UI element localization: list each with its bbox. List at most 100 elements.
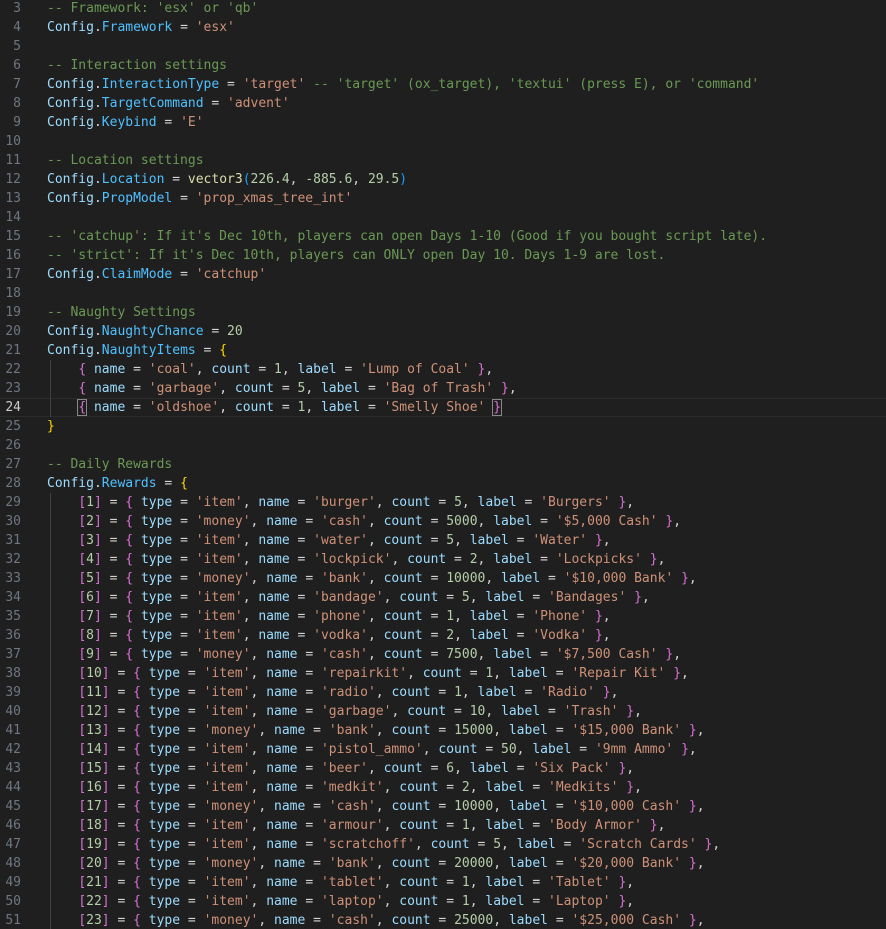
- code-token: 'item': [203, 894, 251, 909]
- code-line[interactable]: 47 [19] = { type = 'item', name = 'scrat…: [0, 835, 886, 854]
- code-line[interactable]: 5: [0, 37, 886, 56]
- code-token: .: [93, 172, 102, 187]
- code-line[interactable]: 43 [15] = { type = 'item', name = 'beer'…: [0, 759, 886, 778]
- code-line[interactable]: 26: [0, 436, 886, 455]
- code-line[interactable]: 30 [2] = { type = 'money', name = 'cash'…: [0, 512, 886, 531]
- code-line[interactable]: 20 Config.NaughtyChance = 20: [0, 322, 886, 341]
- code-token: =: [422, 571, 447, 586]
- code-token: -- 'strict': If it's Dec 10th, players c…: [47, 248, 666, 263]
- code-line[interactable]: 34 [6] = { type = 'item', name = 'bandag…: [0, 588, 886, 607]
- code-line[interactable]: 32 [4] = { type = 'item', name = 'lockpi…: [0, 550, 886, 569]
- code-token: =: [289, 609, 314, 624]
- line-number: 3: [13, 1, 21, 16]
- code-token: =: [172, 514, 196, 529]
- code-line[interactable]: 42 [14] = { type = 'item', name = 'pisto…: [0, 740, 886, 759]
- code-line[interactable]: 36 [8] = { type = 'item', name = 'vodka'…: [0, 626, 886, 645]
- code-token: =: [180, 875, 204, 890]
- code-text: Config.NaughtyChance = 20: [47, 322, 243, 341]
- code-line[interactable]: 17 Config.ClaimMode = 'catchup': [0, 265, 886, 284]
- code-token: ]: [101, 723, 110, 738]
- code-token: 17: [86, 799, 102, 814]
- code-token: {: [125, 590, 134, 605]
- code-token: =: [540, 704, 564, 719]
- code-token: ): [399, 172, 408, 187]
- code-line[interactable]: 25}: [0, 417, 886, 436]
- code-token: 'Laptop': [548, 894, 611, 909]
- code-line[interactable]: 6 -- Interaction settings: [0, 56, 886, 75]
- code-token: 'item': [203, 761, 251, 776]
- code-line[interactable]: 18: [0, 284, 886, 303]
- code-token: =: [555, 837, 580, 852]
- code-line[interactable]: 37 [9] = { type = 'money', name = 'cash'…: [0, 645, 886, 664]
- code-token: 'advent': [227, 96, 290, 111]
- code-line[interactable]: 45 [17] = { type = 'money', name = 'cash…: [0, 797, 886, 816]
- code-line[interactable]: 9 Config.Keybind = 'E': [0, 113, 886, 132]
- code-line[interactable]: 24 { name = 'oldshoe', count = 1, label …: [0, 398, 886, 417]
- code-line[interactable]: 10: [0, 132, 886, 151]
- code-line[interactable]: 16 -- 'strict': If it's Dec 10th, players…: [0, 246, 886, 265]
- code-token: =: [289, 533, 314, 548]
- code-line[interactable]: 44 [16] = { type = 'item', name = 'medki…: [0, 778, 886, 797]
- code-token: =: [180, 894, 204, 909]
- code-token: ,: [250, 704, 267, 719]
- code-line[interactable]: 35 [7] = { type = 'item', name = 'phone'…: [0, 607, 886, 626]
- code-line[interactable]: 38 [10] = { type = 'item', name = 'repai…: [0, 664, 886, 683]
- code-token: =: [532, 647, 556, 662]
- code-line[interactable]: 48 [20] = { type = 'money', name = 'bank…: [0, 854, 886, 873]
- code-editor[interactable]: 3 -- Framework: 'esx' or 'qb' 4 Config.Fram…: [0, 0, 886, 929]
- code-line[interactable]: 11 -- Location settings: [0, 151, 886, 170]
- code-line[interactable]: 8 Config.TargetCommand = 'advent': [0, 94, 886, 113]
- code-line[interactable]: 40 [12] = { type = 'item', name = 'garba…: [0, 702, 886, 721]
- code-line[interactable]: 21 Config.NaughtyItems = {: [0, 341, 886, 360]
- code-token: ,: [469, 875, 486, 890]
- code-text: Config.PropModel = 'prop_xmas_tree_int': [47, 189, 352, 208]
- code-token: }: [501, 381, 509, 396]
- code-line[interactable]: 15 -- 'catchup': If it's Dec 10th, player…: [0, 227, 886, 246]
- code-line[interactable]: 12 Config.Location = vector3(226.4, -885.…: [0, 170, 886, 189]
- code-token: Config: [47, 20, 94, 35]
- code-line[interactable]: 28 Config.Rewards = {: [0, 474, 886, 493]
- code-line[interactable]: 33 [5] = { type = 'money', name = 'bank'…: [0, 569, 886, 588]
- code-line[interactable]: 14: [0, 208, 886, 227]
- code-line[interactable]: 46 [18] = { type = 'item', name = 'armou…: [0, 816, 886, 835]
- code-token: {: [125, 571, 134, 586]
- code-line[interactable]: 51 [23] = { type = 'money', name = 'cash…: [0, 911, 886, 929]
- code-line[interactable]: 49 [21] = { type = 'item', name = 'table…: [0, 873, 886, 892]
- code-token: 'oldshoe': [148, 400, 220, 415]
- code-token: label: [469, 609, 509, 624]
- code-token: 'item': [195, 590, 243, 605]
- code-line[interactable]: 39 [11] = { type = 'item', name = 'radio…: [0, 683, 886, 702]
- code-line[interactable]: 13 Config.PropModel = 'prop_xmas_tree_int…: [0, 189, 886, 208]
- code-line[interactable]: 50 [22] = { type = 'item', name = 'lapto…: [0, 892, 886, 911]
- code-token: =: [156, 115, 181, 130]
- code-line[interactable]: 27 -- Daily Rewards: [0, 455, 886, 474]
- code-token: =: [172, 533, 196, 548]
- code-token: ,: [673, 647, 682, 662]
- code-line[interactable]: 41 [13] = { type = 'money', name = 'bank…: [0, 721, 886, 740]
- code-line[interactable]: 29 [1] = { type = 'item', name = 'burger…: [0, 493, 886, 512]
- code-line[interactable]: 7 Config.InteractionType = 'target' -- 't…: [0, 75, 886, 94]
- code-token: }: [492, 399, 502, 416]
- code-token: label: [477, 685, 517, 700]
- code-line[interactable]: 31 [3] = { type = 'item', name = 'water'…: [0, 531, 886, 550]
- code-line[interactable]: 22 { name = 'coal', count = 1, label = '…: [0, 360, 886, 379]
- line-number: 51: [5, 913, 21, 928]
- code-line[interactable]: 23 { name = 'garbage', count = 5, label …: [0, 379, 886, 398]
- code-text: [16] = { type = 'item', name = 'medkit',…: [47, 778, 642, 797]
- code-line[interactable]: 4 Config.Framework = 'esx': [0, 18, 886, 37]
- code-line[interactable]: 19 -- Naughty Settings: [0, 303, 886, 322]
- code-token: 'Smelly Shoe': [383, 400, 486, 415]
- code-token: '$7,500 Cash': [555, 647, 658, 662]
- code-token: =: [297, 685, 321, 700]
- code-text: [1] = { type = 'item', name = 'burger', …: [47, 493, 634, 512]
- code-line[interactable]: 3 -- Framework: 'esx' or 'qb': [0, 0, 886, 18]
